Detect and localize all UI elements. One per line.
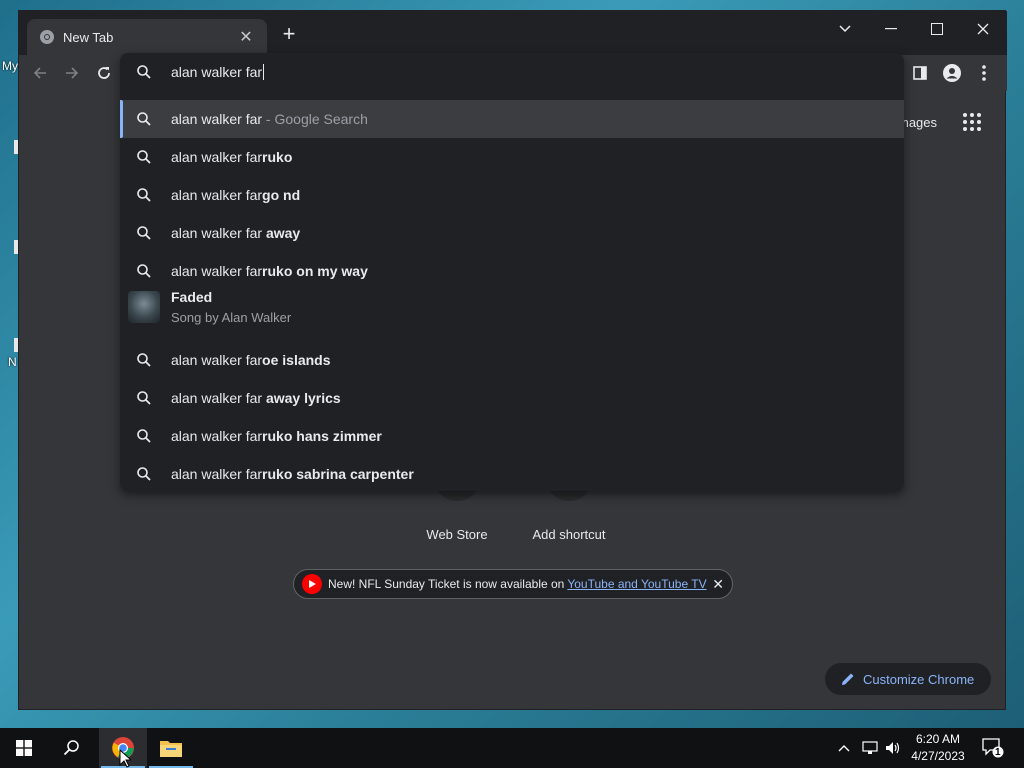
- suggestion-item[interactable]: alan walker faroe islands: [120, 341, 904, 379]
- action-center-button[interactable]: 1: [982, 728, 1004, 768]
- google-apps-icon[interactable]: [963, 113, 981, 131]
- reload-button[interactable]: [92, 61, 116, 85]
- kebab-menu-icon: [982, 65, 986, 81]
- forward-button[interactable]: [60, 61, 84, 85]
- search-icon: [63, 740, 79, 756]
- search-icon: [137, 226, 151, 240]
- side-panel-button[interactable]: [908, 61, 932, 85]
- suggestion-item[interactable]: alan walker far - Google Search: [120, 100, 904, 138]
- volume-icon[interactable]: [885, 741, 901, 755]
- promo-banner: New! NFL Sunday Ticket is now available …: [293, 569, 733, 599]
- suggestion-completion: ruko hans zimmer: [262, 428, 382, 444]
- folder-icon: [160, 741, 182, 757]
- mouse-cursor-icon: [119, 749, 131, 768]
- back-arrow-icon: [33, 67, 46, 79]
- promo-close-icon[interactable]: ✕: [712, 576, 724, 593]
- clock[interactable]: 6:20 AM 4/27/2023: [906, 731, 970, 765]
- suggestion-item[interactable]: alan walker farruko hans zimmer: [120, 417, 904, 455]
- suggestion-typed: alan walker far: [171, 428, 263, 444]
- suggestion-text: alan walker far: [171, 111, 263, 127]
- network-icon[interactable]: [862, 741, 878, 755]
- address-bar[interactable]: alan walker far: [120, 53, 904, 91]
- forward-arrow-icon: [66, 67, 79, 79]
- side-panel-icon: [913, 66, 927, 80]
- suggestion-suffix: - Google Search: [262, 111, 368, 127]
- search-icon: [137, 429, 151, 443]
- search-icon: [137, 467, 151, 481]
- omnibox-dropdown: alan walker far alan walker far - Google…: [120, 53, 904, 491]
- maximize-button[interactable]: [917, 15, 957, 43]
- suggestion-item[interactable]: alan walker farruko sabrina carpenter: [120, 455, 904, 493]
- windows-logo-icon: [16, 740, 32, 756]
- suggestion-typed: alan walker far: [171, 263, 263, 279]
- shortcut-label: Web Store: [426, 527, 488, 542]
- search-icon: [137, 264, 151, 278]
- suggestion-typed: alan walker far: [171, 352, 263, 368]
- suggestion-typed: alan walker far: [171, 225, 266, 241]
- start-button[interactable]: [0, 728, 48, 768]
- search-icon: [137, 391, 151, 405]
- search-icon: [137, 112, 151, 126]
- tab-close-icon[interactable]: ✕: [237, 27, 255, 47]
- text-caret: [263, 64, 265, 80]
- suggestion-item[interactable]: alan walker far away: [120, 214, 904, 252]
- promo-link[interactable]: YouTube and YouTube TV: [567, 577, 706, 591]
- notification-count: 1: [995, 747, 1001, 758]
- suggestion-typed: alan walker far: [171, 390, 266, 406]
- clock-date: 4/27/2023: [911, 749, 965, 763]
- search-icon: [137, 188, 151, 202]
- menu-button[interactable]: [972, 61, 996, 85]
- chevron-up-icon[interactable]: [838, 744, 850, 752]
- suggestion-completion: ruko sabrina carpenter: [262, 466, 414, 482]
- entity-subtitle: Song by Alan Walker: [171, 310, 292, 325]
- search-icon: [137, 150, 151, 164]
- entity-suggestion[interactable]: Faded Song by Alan Walker: [120, 283, 904, 333]
- new-tab-button[interactable]: +: [277, 23, 301, 47]
- suggestion-typed: alan walker far: [171, 466, 263, 482]
- clock-time: 6:20 AM: [915, 732, 961, 746]
- search-taskbar-button[interactable]: [48, 728, 96, 768]
- entity-title: Faded: [171, 289, 213, 305]
- address-input[interactable]: alan walker far: [171, 64, 265, 80]
- suggestion-completion: away lyrics: [265, 390, 341, 406]
- profile-button[interactable]: [940, 61, 964, 85]
- desktop-icon-label: My: [2, 59, 18, 73]
- suggestion-completion: ruko on my way: [262, 263, 368, 279]
- search-icon: [137, 65, 151, 79]
- minimize-button[interactable]: [871, 15, 911, 43]
- taskbar-file-explorer[interactable]: [147, 728, 195, 768]
- system-tray: [838, 728, 850, 768]
- suggestion-completion: oe islands: [262, 352, 331, 368]
- chrome-favicon-icon: [40, 30, 54, 44]
- tab-title: New Tab: [63, 29, 114, 45]
- suggestion-item[interactable]: alan walker far away lyrics: [120, 379, 904, 417]
- title-bar: New Tab ✕ +: [19, 11, 1007, 55]
- search-icon: [137, 353, 151, 367]
- youtube-icon: [302, 574, 322, 594]
- suggestion-completion: away: [265, 225, 301, 241]
- tab-new-tab[interactable]: New Tab ✕: [27, 19, 267, 55]
- shortcut-label: Add shortcut: [532, 527, 606, 542]
- suggestion-item[interactable]: alan walker fargo nd: [120, 176, 904, 214]
- reload-icon: [98, 67, 110, 79]
- suggestion-item[interactable]: alan walker farruko: [120, 138, 904, 176]
- chrome-window: New Tab ✕ + mages Web Store Add shortcut…: [18, 10, 1007, 710]
- customize-chrome-button[interactable]: Customize Chrome: [825, 663, 991, 695]
- desktop-icon-label: N: [8, 355, 17, 369]
- taskbar: 6:20 AM 4/27/2023 1: [0, 728, 1024, 768]
- suggestion-typed: alan walker far: [171, 149, 263, 165]
- close-window-button[interactable]: [963, 15, 1003, 43]
- profile-icon: [943, 64, 961, 82]
- pencil-icon: [842, 673, 854, 685]
- promo-text: New! NFL Sunday Ticket is now available …: [328, 577, 565, 591]
- suggestion-completion: go nd: [262, 187, 301, 203]
- suggestion-typed: alan walker far: [171, 187, 263, 203]
- tab-search-chevron-icon[interactable]: [825, 15, 865, 43]
- back-button[interactable]: [28, 61, 52, 85]
- album-art-thumbnail: [128, 291, 160, 323]
- suggestion-completion: ruko: [262, 149, 293, 165]
- customize-label: Customize Chrome: [863, 671, 975, 687]
